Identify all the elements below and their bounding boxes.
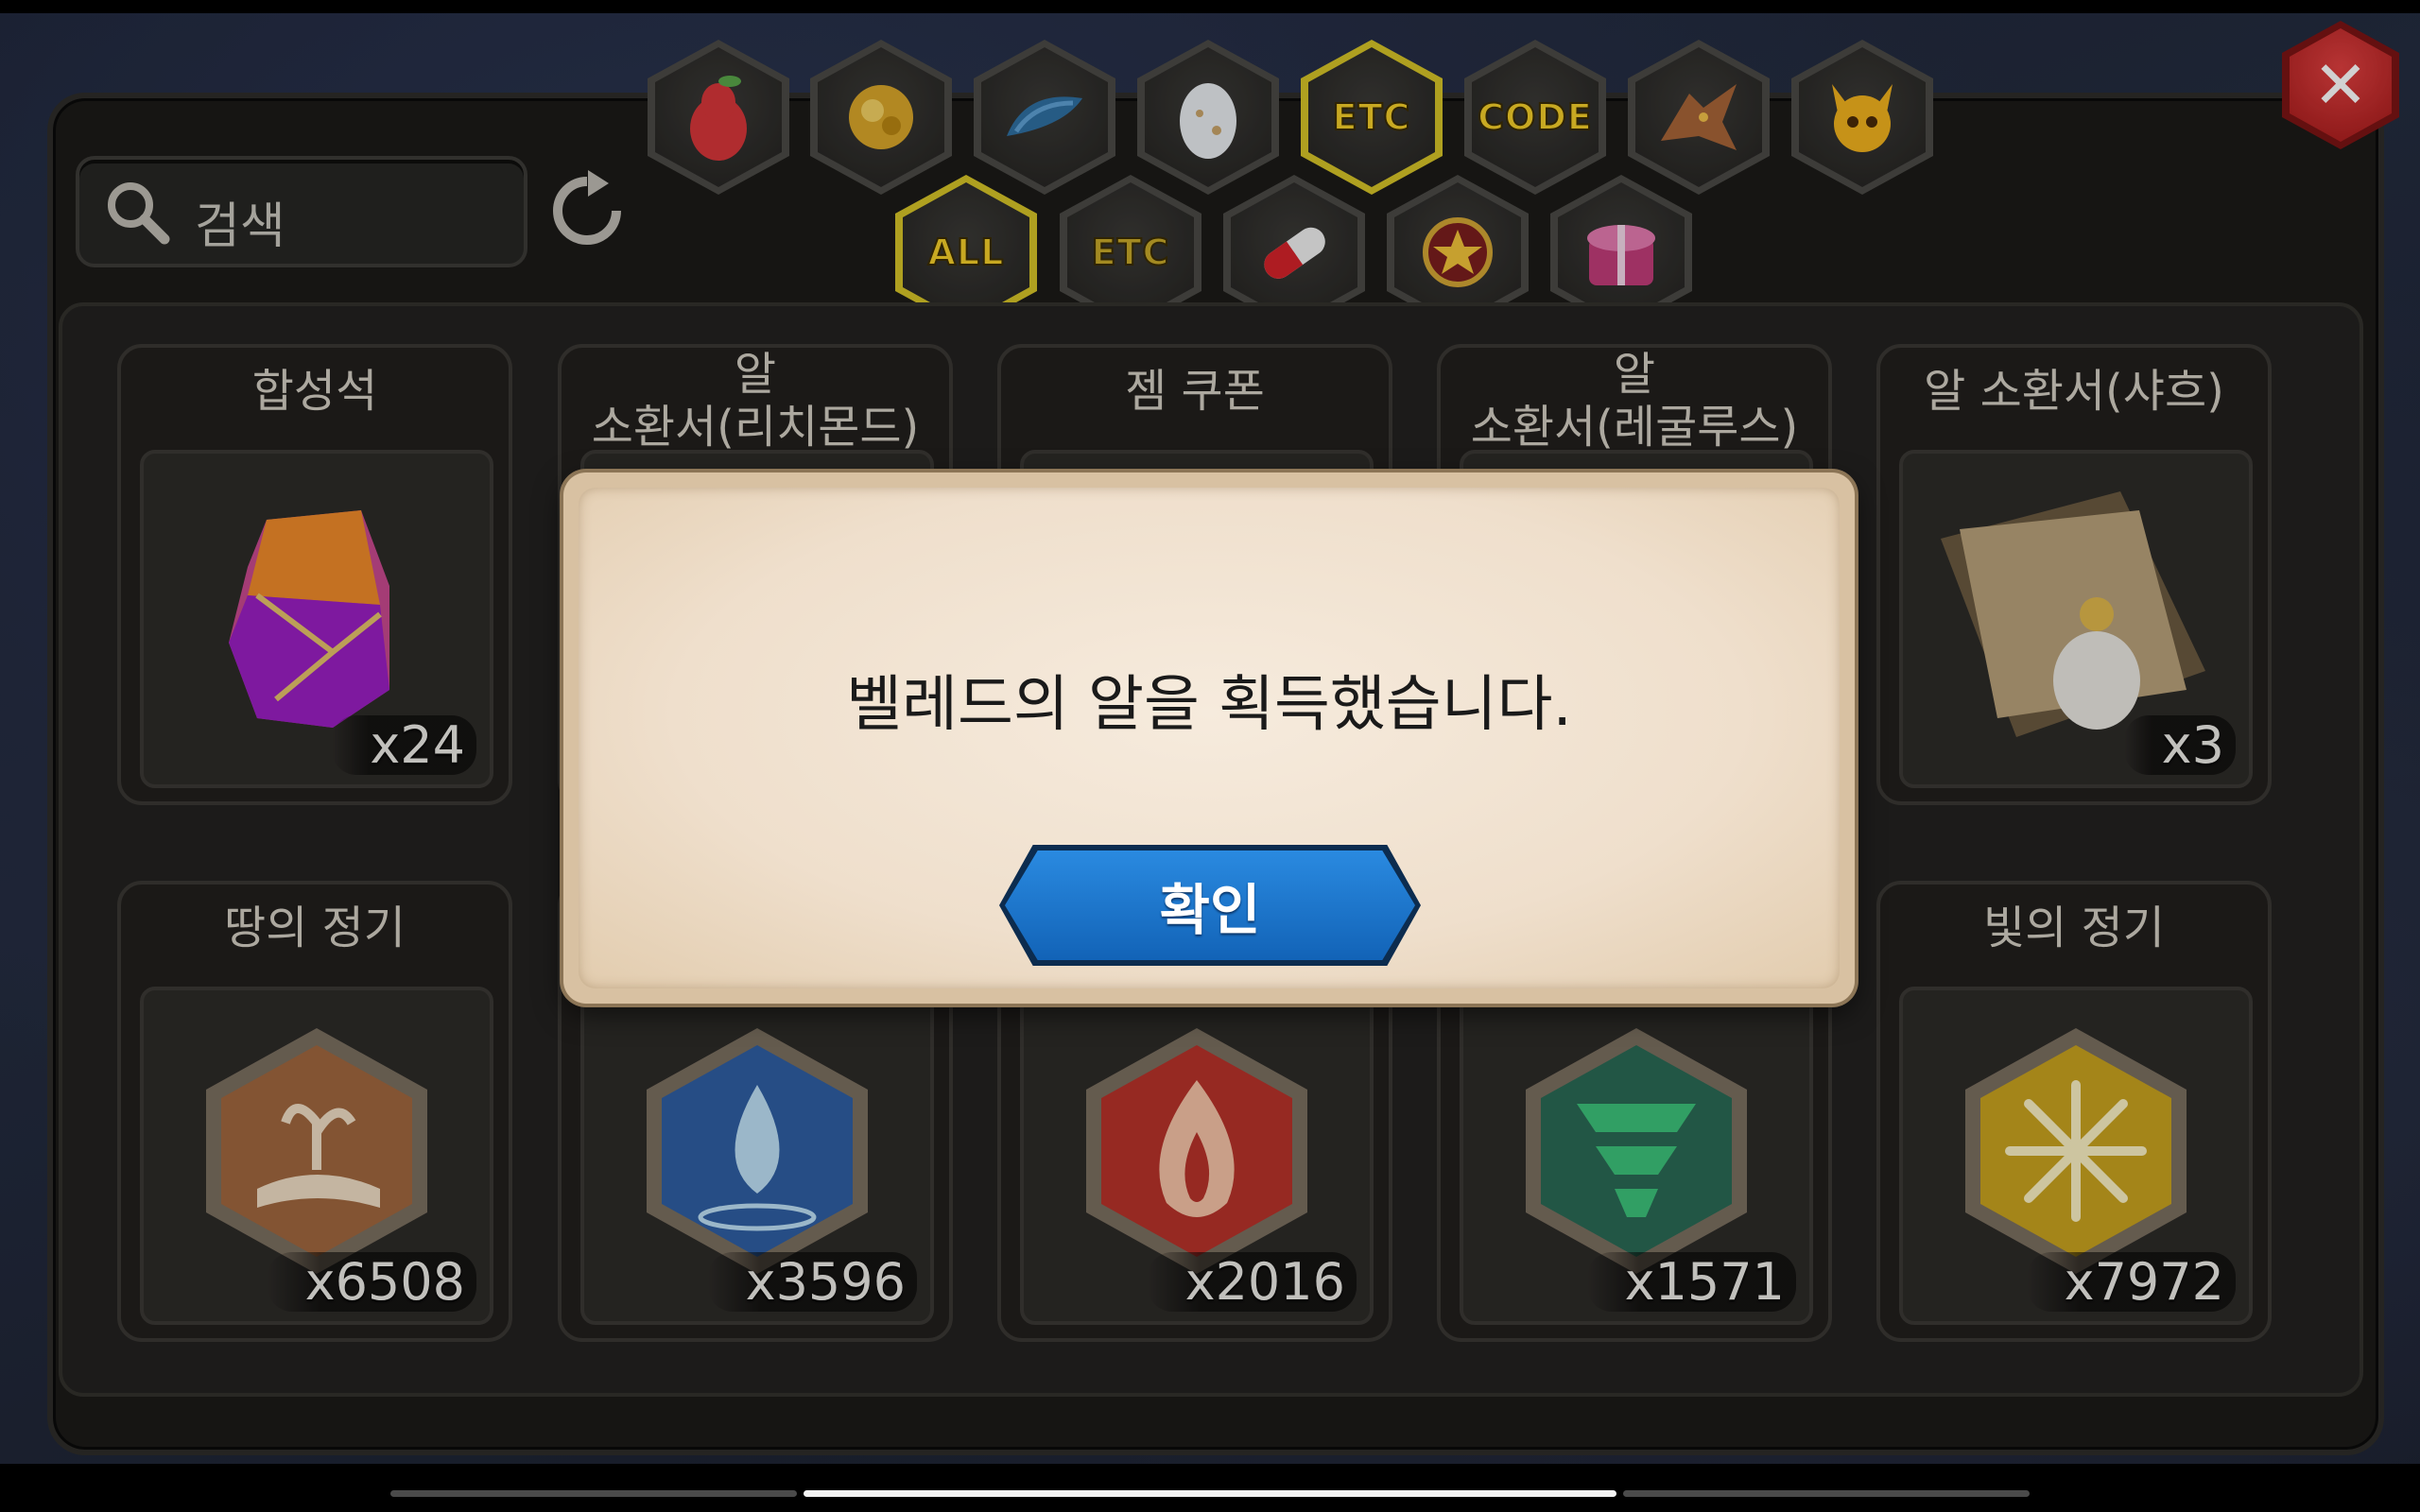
nav-segment-right bbox=[1623, 1490, 2030, 1497]
status-bar bbox=[0, 0, 2420, 13]
dialog-message: 벨레드의 알을 획득했습니다. bbox=[846, 670, 1572, 740]
nav-segment-left bbox=[390, 1490, 797, 1497]
home-indicator[interactable] bbox=[804, 1490, 1616, 1497]
confirm-button[interactable]: 확인 bbox=[999, 845, 1421, 966]
navigation-bar bbox=[0, 1464, 2420, 1512]
confirm-label: 확인 bbox=[1005, 850, 1415, 960]
